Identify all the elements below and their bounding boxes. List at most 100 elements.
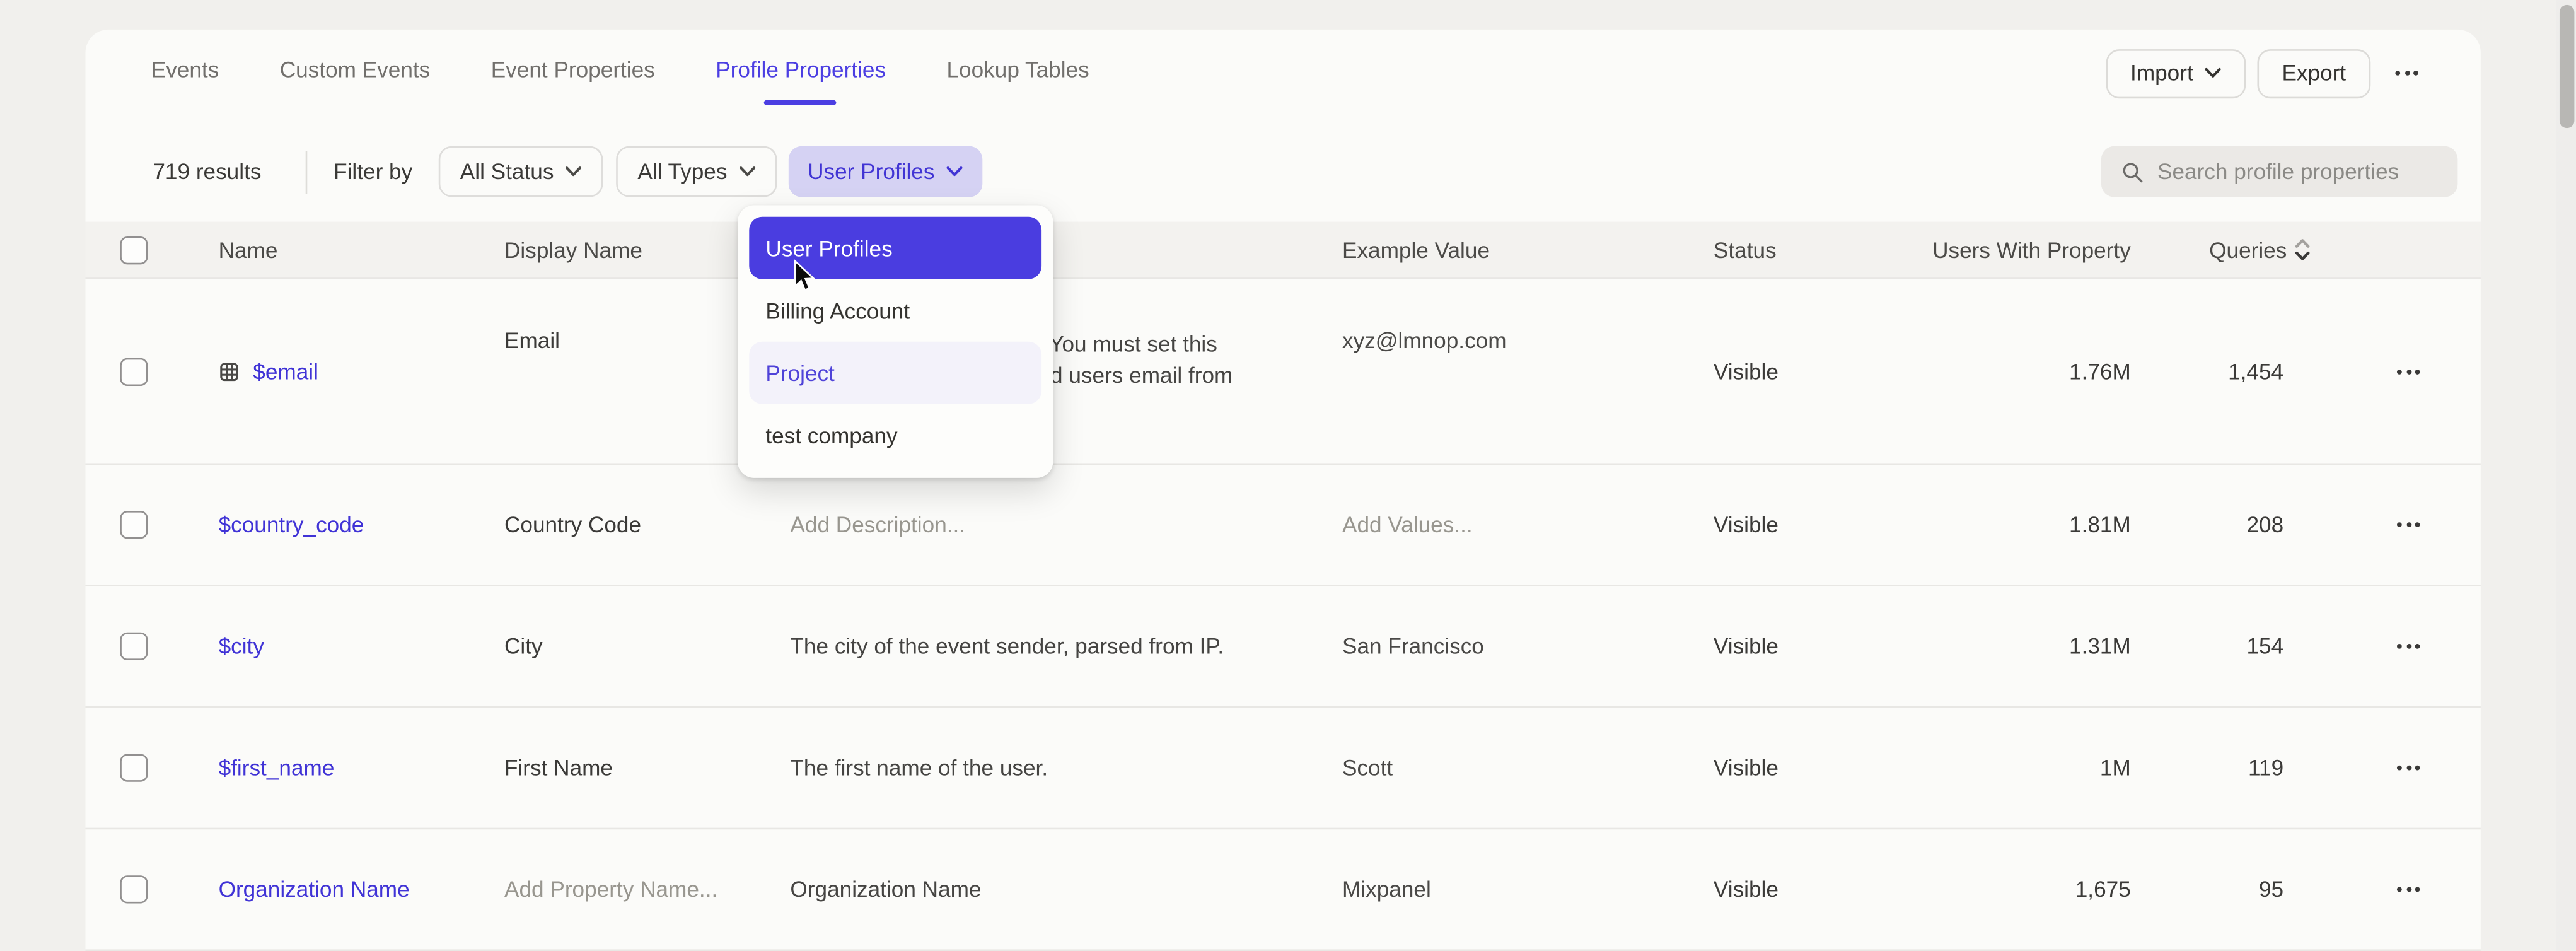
description-cell[interactable]: Organization Name bbox=[790, 874, 1342, 905]
dropdown-item-test-company[interactable]: test company bbox=[749, 404, 1041, 467]
ellipsis-icon bbox=[2397, 644, 2402, 649]
row-checkbox[interactable] bbox=[120, 633, 148, 660]
entity-filter-dropdown[interactable]: User Profiles bbox=[788, 146, 982, 197]
row-checkbox[interactable] bbox=[120, 357, 148, 385]
example-value-cell[interactable]: San Francisco bbox=[1342, 634, 1714, 658]
queries-cell: 95 bbox=[2131, 877, 2283, 902]
tab-events[interactable]: Events bbox=[151, 48, 219, 99]
row-actions-button[interactable] bbox=[2384, 513, 2433, 537]
description-cell[interactable]: Add Description... bbox=[790, 509, 1342, 540]
select-all-checkbox[interactable] bbox=[120, 236, 148, 264]
divider bbox=[306, 150, 308, 193]
tab-profile-properties[interactable]: Profile Properties bbox=[716, 48, 886, 99]
description-cell[interactable]: The city of the event sender, parsed fro… bbox=[790, 631, 1342, 662]
row-checkbox[interactable] bbox=[120, 875, 148, 903]
chevron-down-icon bbox=[2205, 67, 2221, 79]
table-row: $country_code Country Code Add Descripti… bbox=[86, 465, 2481, 586]
display-name-cell[interactable]: First Name bbox=[504, 756, 790, 780]
users-with-property-cell: 1.76M bbox=[1824, 359, 2131, 383]
chevron-down-icon bbox=[566, 166, 582, 177]
scrollbar-thumb[interactable] bbox=[2559, 5, 2573, 128]
column-header-queries-label: Queries bbox=[2209, 237, 2287, 262]
top-actions: Import Export bbox=[2106, 49, 2432, 98]
more-options-button[interactable] bbox=[2382, 61, 2432, 85]
column-header-example-value: Example Value bbox=[1342, 237, 1714, 262]
properties-card: Events Custom Events Event Properties Pr… bbox=[86, 30, 2481, 951]
row-checkbox[interactable] bbox=[120, 754, 148, 781]
page: Events Custom Events Event Properties Pr… bbox=[0, 0, 2576, 951]
chevron-down-icon bbox=[946, 166, 963, 177]
example-value-cell[interactable]: xyz@lmnop.com bbox=[1342, 279, 1714, 353]
row-actions-button[interactable] bbox=[2384, 877, 2433, 902]
entity-dropdown-menu: User Profiles Billing Account Project te… bbox=[738, 206, 1053, 478]
filter-bar: 719 results Filter by All Status All Typ… bbox=[86, 146, 2481, 197]
import-button[interactable]: Import bbox=[2106, 49, 2246, 98]
property-name-link[interactable]: $city bbox=[219, 634, 264, 658]
display-name-cell[interactable]: Country Code bbox=[504, 513, 790, 537]
column-header-name: Name bbox=[219, 237, 504, 262]
export-button[interactable]: Export bbox=[2257, 49, 2370, 98]
queries-cell: 208 bbox=[2131, 513, 2283, 537]
tab-custom-events[interactable]: Custom Events bbox=[280, 48, 431, 99]
property-name-link[interactable]: $country_code bbox=[219, 513, 364, 537]
tabs: Events Custom Events Event Properties Pr… bbox=[151, 48, 1089, 99]
search-box bbox=[2101, 146, 2457, 197]
lookup-table-grid-icon bbox=[219, 361, 240, 382]
table-body: $email Email The user's email address. Y… bbox=[86, 279, 2481, 951]
example-value-cell[interactable]: Scott bbox=[1342, 756, 1714, 780]
active-tab-underline bbox=[765, 100, 837, 105]
dropdown-item-project[interactable]: Project bbox=[749, 342, 1041, 404]
scrollbar-track[interactable] bbox=[2556, 0, 2576, 951]
ellipsis-icon bbox=[2397, 522, 2402, 527]
row-actions-button[interactable] bbox=[2384, 756, 2433, 780]
status-cell: Visible bbox=[1714, 756, 1824, 780]
users-with-property-cell: 1.31M bbox=[1824, 634, 2131, 658]
ellipsis-icon bbox=[2397, 369, 2402, 374]
status-cell: Visible bbox=[1714, 359, 1824, 383]
users-with-property-cell: 1M bbox=[1824, 756, 2131, 780]
search-icon bbox=[2121, 158, 2144, 185]
tab-lookup-tables[interactable]: Lookup Tables bbox=[946, 48, 1089, 99]
import-button-label: Import bbox=[2130, 61, 2193, 85]
header-checkbox-cell bbox=[86, 236, 219, 264]
row-actions-button[interactable] bbox=[2384, 634, 2433, 658]
type-filter-label: All Types bbox=[637, 160, 727, 184]
tab-profile-properties-label: Profile Properties bbox=[716, 57, 886, 82]
property-name-link[interactable]: $email bbox=[253, 359, 318, 383]
row-checkbox[interactable] bbox=[120, 511, 148, 539]
table-row: $first_name First Name The first name of… bbox=[86, 708, 2481, 830]
row-actions-button[interactable] bbox=[2384, 359, 2433, 383]
filter-by-label: Filter by bbox=[334, 160, 412, 184]
type-filter-dropdown[interactable]: All Types bbox=[616, 146, 776, 197]
description-cell[interactable]: The first name of the user. bbox=[790, 752, 1342, 783]
entity-filter-label: User Profiles bbox=[808, 160, 934, 184]
users-with-property-cell: 1,675 bbox=[1824, 877, 2131, 902]
search-input[interactable] bbox=[2157, 160, 2441, 184]
property-name-link[interactable]: Organization Name bbox=[219, 877, 410, 902]
sort-icon bbox=[2295, 238, 2309, 261]
status-filter-dropdown[interactable]: All Status bbox=[439, 146, 603, 197]
property-name-link[interactable]: $first_name bbox=[219, 756, 335, 780]
table-header: Name Display Name Example Value Status U… bbox=[86, 222, 2481, 279]
tab-event-properties[interactable]: Event Properties bbox=[491, 48, 655, 99]
tabs-row: Events Custom Events Event Properties Pr… bbox=[86, 30, 2481, 117]
column-header-queries[interactable]: Queries bbox=[2131, 237, 2283, 262]
queries-cell: 119 bbox=[2131, 756, 2283, 780]
queries-cell: 154 bbox=[2131, 634, 2283, 658]
column-header-users-with-property: Users With Property bbox=[1824, 237, 2131, 262]
column-header-status: Status bbox=[1714, 237, 1824, 262]
example-value-cell[interactable]: Add Values... bbox=[1342, 513, 1714, 537]
display-name-cell[interactable]: Add Property Name... bbox=[504, 877, 790, 902]
display-name-cell[interactable]: City bbox=[504, 634, 790, 658]
chevron-down-icon bbox=[739, 166, 755, 177]
results-count: 719 results bbox=[153, 160, 261, 184]
status-cell: Visible bbox=[1714, 513, 1824, 537]
table-row: $city City The city of the event sender,… bbox=[86, 586, 2481, 708]
example-value-cell[interactable]: Mixpanel bbox=[1342, 877, 1714, 902]
users-with-property-cell: 1.81M bbox=[1824, 513, 2131, 537]
status-cell: Visible bbox=[1714, 634, 1824, 658]
ellipsis-icon bbox=[2397, 887, 2402, 892]
ellipsis-icon bbox=[2397, 766, 2402, 771]
status-filter-label: All Status bbox=[460, 160, 554, 184]
export-button-label: Export bbox=[2282, 61, 2346, 85]
